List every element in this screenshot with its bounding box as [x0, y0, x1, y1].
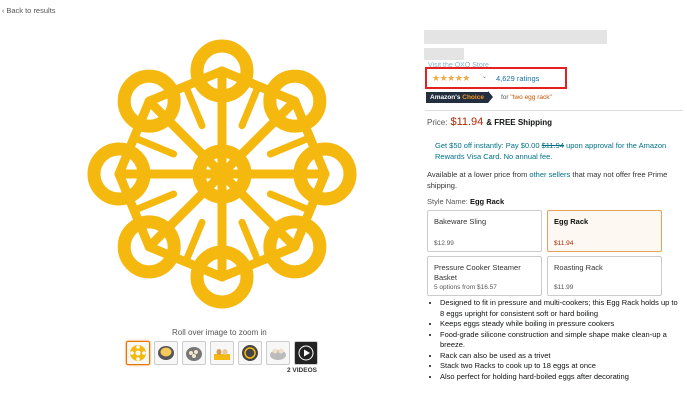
- thumbnail-cooked-eggs[interactable]: [266, 341, 290, 365]
- cooked-eggs-thumb-icon: [270, 348, 286, 360]
- choice-query-link[interactable]: "two egg rack": [510, 94, 551, 101]
- thumbnail-pressure-cooker[interactable]: [154, 341, 178, 365]
- style-option-egg-rack[interactable]: Egg Rack $11.94: [547, 210, 662, 252]
- rewards-card-promo[interactable]: Get $50 off instantly: Pay $0.00 $11.94 …: [435, 140, 680, 162]
- badge-tail: [487, 91, 493, 103]
- thumbnail-strip: [126, 341, 318, 365]
- chevron-down-icon[interactable]: ⌄: [482, 73, 487, 80]
- list-item: Rack can also be used as a trivet: [440, 351, 682, 362]
- thumbnail-egg-rack[interactable]: [126, 341, 150, 365]
- zoom-hint: Roll over image to zoom in: [172, 328, 267, 337]
- list-item: Food-grade silicone construction and sim…: [440, 330, 682, 351]
- style-name: Style Name: Egg Rack: [427, 197, 505, 206]
- chevron-left-icon: ‹: [2, 8, 5, 15]
- play-icon: [298, 345, 314, 361]
- rating-highlight-box: ★★★★★ ⌄ 4,629 ratings: [425, 67, 567, 89]
- style-option-steamer-basket[interactable]: Pressure Cooker Steamer Basket 5 options…: [427, 256, 542, 296]
- ratings-count-link[interactable]: 4,629 ratings: [496, 74, 539, 83]
- thumbnail-video[interactable]: [294, 341, 318, 365]
- amazons-choice: Amazon's Choice for "two egg rack": [426, 91, 552, 103]
- list-item: Also perfect for holding hard-boiled egg…: [440, 372, 682, 383]
- price-label: Price:: [427, 118, 448, 127]
- product-title-redacted: [424, 30, 607, 44]
- style-option-roasting-rack[interactable]: Roasting Rack $11.99: [547, 256, 662, 296]
- other-sellers-link[interactable]: other sellers: [529, 170, 570, 179]
- videos-label: 2 VIDEOS: [287, 367, 317, 374]
- feature-bullets: Designed to fit in pressure and multi-co…: [432, 298, 682, 382]
- divider: [425, 110, 683, 111]
- price-row: Price: $11.94 & FREE Shipping: [427, 116, 552, 128]
- product-title-redacted-2: [424, 48, 464, 60]
- lower-price-notice: Available at a lower price from other se…: [427, 170, 668, 190]
- hand-eggs-thumb-icon: [214, 349, 230, 360]
- pressure-cooker-thumb-icon: [158, 346, 174, 360]
- price-value: $11.94: [450, 116, 484, 128]
- cooker-eggs-thumb-icon: [186, 347, 202, 361]
- choice-for-text: for "two egg rack": [500, 93, 552, 101]
- list-item: Keeps eggs steady while boiling in press…: [440, 319, 682, 330]
- rack-in-pot-thumb-icon: [242, 345, 258, 361]
- egg-rack-thumb-icon: [130, 345, 146, 361]
- product-details: Visit the OXO Store ★★★★★ ⌄ 4,629 rating…: [422, 0, 687, 400]
- free-shipping[interactable]: & FREE Shipping: [486, 118, 552, 127]
- back-to-results-link[interactable]: ‹ Back to results: [2, 6, 56, 15]
- back-label: Back to results: [6, 6, 56, 15]
- thumbnail-rack-in-pot[interactable]: [238, 341, 262, 365]
- star-rating-icon[interactable]: ★★★★★: [432, 73, 470, 84]
- thumbnail-hand-eggs[interactable]: [210, 341, 234, 365]
- list-item: Designed to fit in pressure and multi-co…: [440, 298, 682, 319]
- main-product-image[interactable]: [75, 22, 370, 322]
- list-item: Stack two Racks to cook up to 18 eggs at…: [440, 361, 682, 372]
- thumbnail-cooker-eggs[interactable]: [182, 341, 206, 365]
- amazons-choice-badge: Amazon's Choice: [426, 91, 488, 103]
- style-option-bakeware-sling[interactable]: Bakeware Sling $12.99: [427, 210, 542, 252]
- egg-rack-image: [87, 39, 357, 309]
